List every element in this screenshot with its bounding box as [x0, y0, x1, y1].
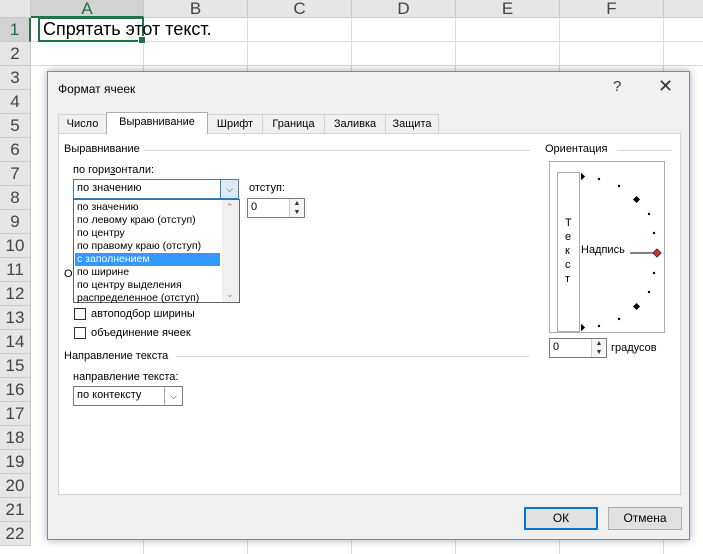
row-header-17[interactable]: 17 [0, 402, 31, 426]
column-header-e[interactable]: E [456, 0, 560, 18]
chevron-down-icon[interactable]: ⌵ [164, 387, 182, 405]
vertical-text-letter: е [565, 231, 572, 243]
group-divider [617, 150, 672, 151]
direction-select-value: по контексту [77, 389, 142, 401]
merge-checkbox[interactable] [74, 327, 86, 339]
direction-group-label: Направление текста [64, 350, 173, 362]
tab-font[interactable]: Шрифт [207, 114, 263, 133]
indent-label: отступ: [249, 182, 285, 194]
row-header-8[interactable]: 8 [0, 186, 31, 210]
chevron-down-icon[interactable]: ⌵ [220, 180, 238, 198]
row-header-14[interactable]: 14 [0, 330, 31, 354]
vertical-text-toggle[interactable]: Т е к с т [557, 172, 580, 332]
horizontal-label: по горизонтали: [73, 164, 155, 176]
grid-line [31, 65, 703, 66]
degrees-spinner[interactable]: 0 ▲ ▼ [549, 338, 607, 358]
row-header-21[interactable]: 21 [0, 498, 31, 522]
dialog-title: Формат ячеек [58, 82, 136, 96]
horizontal-select-value: по значению [77, 182, 142, 194]
row-header-4[interactable]: 4 [0, 90, 31, 114]
list-item[interactable]: по центру выделения [75, 279, 220, 292]
select-all-corner[interactable] [0, 0, 31, 18]
indent-spinner[interactable]: 0 ▲ ▼ [247, 198, 305, 218]
spin-up-icon[interactable]: ▲ [289, 199, 304, 208]
merge-label: объединение ячеек [91, 327, 191, 339]
row-header-5[interactable]: 5 [0, 114, 31, 138]
vertical-text-letter: Т [565, 217, 572, 229]
list-item[interactable]: по ширине [75, 266, 220, 279]
tab-fill[interactable]: Заливка [324, 114, 386, 133]
list-item[interactable]: распределенное (отступ) [75, 292, 220, 303]
tab-number[interactable]: Число [58, 114, 107, 133]
cell-a1-text: Спрятать этот текст. [43, 19, 212, 39]
group-divider [108, 150, 530, 151]
tab-border[interactable]: Граница [262, 114, 325, 133]
direction-label: направление текста: [73, 371, 179, 383]
row-header-20[interactable]: 20 [0, 474, 31, 498]
vertical-text-letter: с [565, 259, 571, 271]
row-header-12[interactable]: 12 [0, 282, 31, 306]
column-header-b[interactable]: B [144, 0, 248, 18]
spin-up-icon[interactable]: ▲ [591, 339, 606, 348]
group-divider [176, 356, 530, 357]
close-icon[interactable]: ✕ [658, 76, 673, 97]
row-header-19[interactable]: 19 [0, 450, 31, 474]
autofit-checkbox[interactable] [74, 308, 86, 320]
alignment-group-label: Выравнивание [64, 143, 144, 155]
column-header-partial[interactable] [664, 0, 703, 18]
row-header-3[interactable]: 3 [0, 66, 31, 90]
column-header-f[interactable]: F [560, 0, 664, 18]
horizontal-select[interactable]: по значению ⌵ [73, 179, 239, 199]
row-header-2[interactable]: 2 [0, 42, 31, 66]
list-item[interactable]: по центру [75, 227, 220, 240]
row-header-9[interactable]: 9 [0, 210, 31, 234]
row-header-16[interactable]: 16 [0, 378, 31, 402]
row-header-10[interactable]: 10 [0, 234, 31, 258]
row-header-22[interactable]: 22 [0, 522, 31, 546]
orientation-group-label: Ориентация [545, 143, 612, 155]
indent-value: 0 [251, 201, 258, 213]
vertical-text-letter: к [565, 245, 570, 257]
direction-select[interactable]: по контексту ⌵ [73, 386, 183, 406]
help-button[interactable]: ? [613, 78, 621, 95]
list-item-selected[interactable]: с заполнением [75, 253, 220, 266]
spin-down-icon[interactable]: ▼ [289, 208, 304, 217]
row-header-18[interactable]: 18 [0, 426, 31, 450]
horizontal-options-list[interactable]: по значению по левому краю (отступ) по ц… [73, 199, 240, 303]
orientation-inscription: Надпись [581, 244, 625, 256]
tab-protection[interactable]: Защита [385, 114, 439, 133]
vertical-text-letter: т [565, 273, 571, 285]
column-header-c[interactable]: C [248, 0, 352, 18]
column-header-a[interactable]: A [31, 0, 144, 18]
cancel-button[interactable]: Отмена [608, 507, 682, 530]
degrees-label: градусов [611, 342, 657, 354]
row-header-11[interactable]: 11 [0, 258, 31, 282]
format-cells-dialog: Формат ячеек ? ✕ Число Выравнивание Шриф… [47, 71, 690, 540]
row-header-6[interactable]: 6 [0, 138, 31, 162]
row-header-13[interactable]: 13 [0, 306, 31, 330]
row-header-7[interactable]: 7 [0, 162, 31, 186]
degrees-value: 0 [553, 341, 560, 353]
tab-alignment[interactable]: Выравнивание [106, 112, 208, 134]
chevron-down-icon[interactable]: ⌄ [226, 289, 234, 300]
autofit-label: автоподбор ширины [91, 308, 195, 320]
ok-button[interactable]: ОК [524, 507, 598, 530]
list-scrollbar[interactable]: ⌃ ⌄ [222, 200, 239, 302]
row-header-1[interactable]: 1 [0, 18, 31, 42]
row-header-15[interactable]: 15 [0, 354, 31, 378]
list-item[interactable]: по значению [75, 201, 220, 214]
chevron-up-icon[interactable]: ⌃ [226, 202, 234, 213]
column-header-d[interactable]: D [352, 0, 456, 18]
list-item[interactable]: по левому краю (отступ) [75, 214, 220, 227]
spin-down-icon[interactable]: ▼ [591, 348, 606, 357]
list-item[interactable]: по правому краю (отступ) [75, 240, 220, 253]
